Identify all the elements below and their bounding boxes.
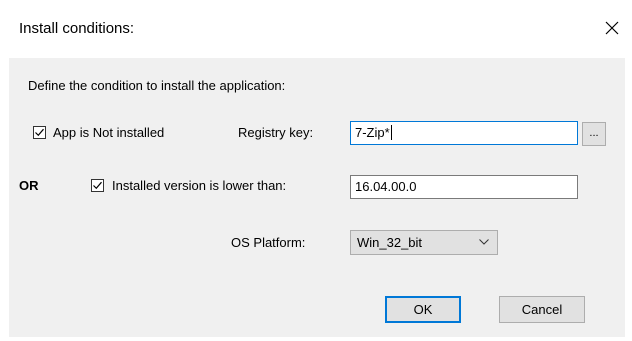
or-label: OR — [19, 178, 39, 193]
checkmark-icon — [93, 181, 102, 190]
version-value: 16.04.00.0 — [355, 179, 417, 194]
registry-key-label: Registry key: — [238, 125, 314, 140]
dialog-body: Define the condition to install the appl… — [9, 58, 625, 337]
dialog-title: Install conditions: — [19, 20, 135, 37]
close-button[interactable] — [598, 14, 626, 42]
text-caret — [390, 125, 392, 140]
cancel-button[interactable]: Cancel — [499, 296, 585, 323]
os-platform-value: Win_32_bit — [357, 235, 423, 250]
close-icon — [605, 21, 619, 35]
ok-button[interactable]: OK — [385, 296, 461, 323]
instructions-text: Define the condition to install the appl… — [28, 78, 286, 93]
os-platform-label: OS Platform: — [231, 235, 306, 250]
os-platform-select[interactable]: Win_32_bit — [350, 230, 498, 255]
version-lower-checkbox[interactable] — [91, 179, 104, 192]
title-bar: Install conditions: — [0, 0, 632, 58]
version-lower-label[interactable]: Installed version is lower than: — [112, 178, 286, 193]
checkmark-icon — [35, 128, 44, 137]
version-input[interactable]: 16.04.00.0 — [350, 175, 578, 199]
registry-key-input[interactable]: 7-Zip* — [350, 121, 578, 145]
browse-button[interactable]: ... — [582, 122, 606, 146]
install-conditions-dialog: Install conditions: Define the condition… — [0, 0, 632, 341]
chevron-down-icon — [479, 239, 489, 245]
app-not-installed-checkbox[interactable] — [33, 126, 46, 139]
registry-key-value: 7-Zip* — [355, 125, 390, 140]
app-not-installed-label[interactable]: App is Not installed — [53, 125, 164, 140]
